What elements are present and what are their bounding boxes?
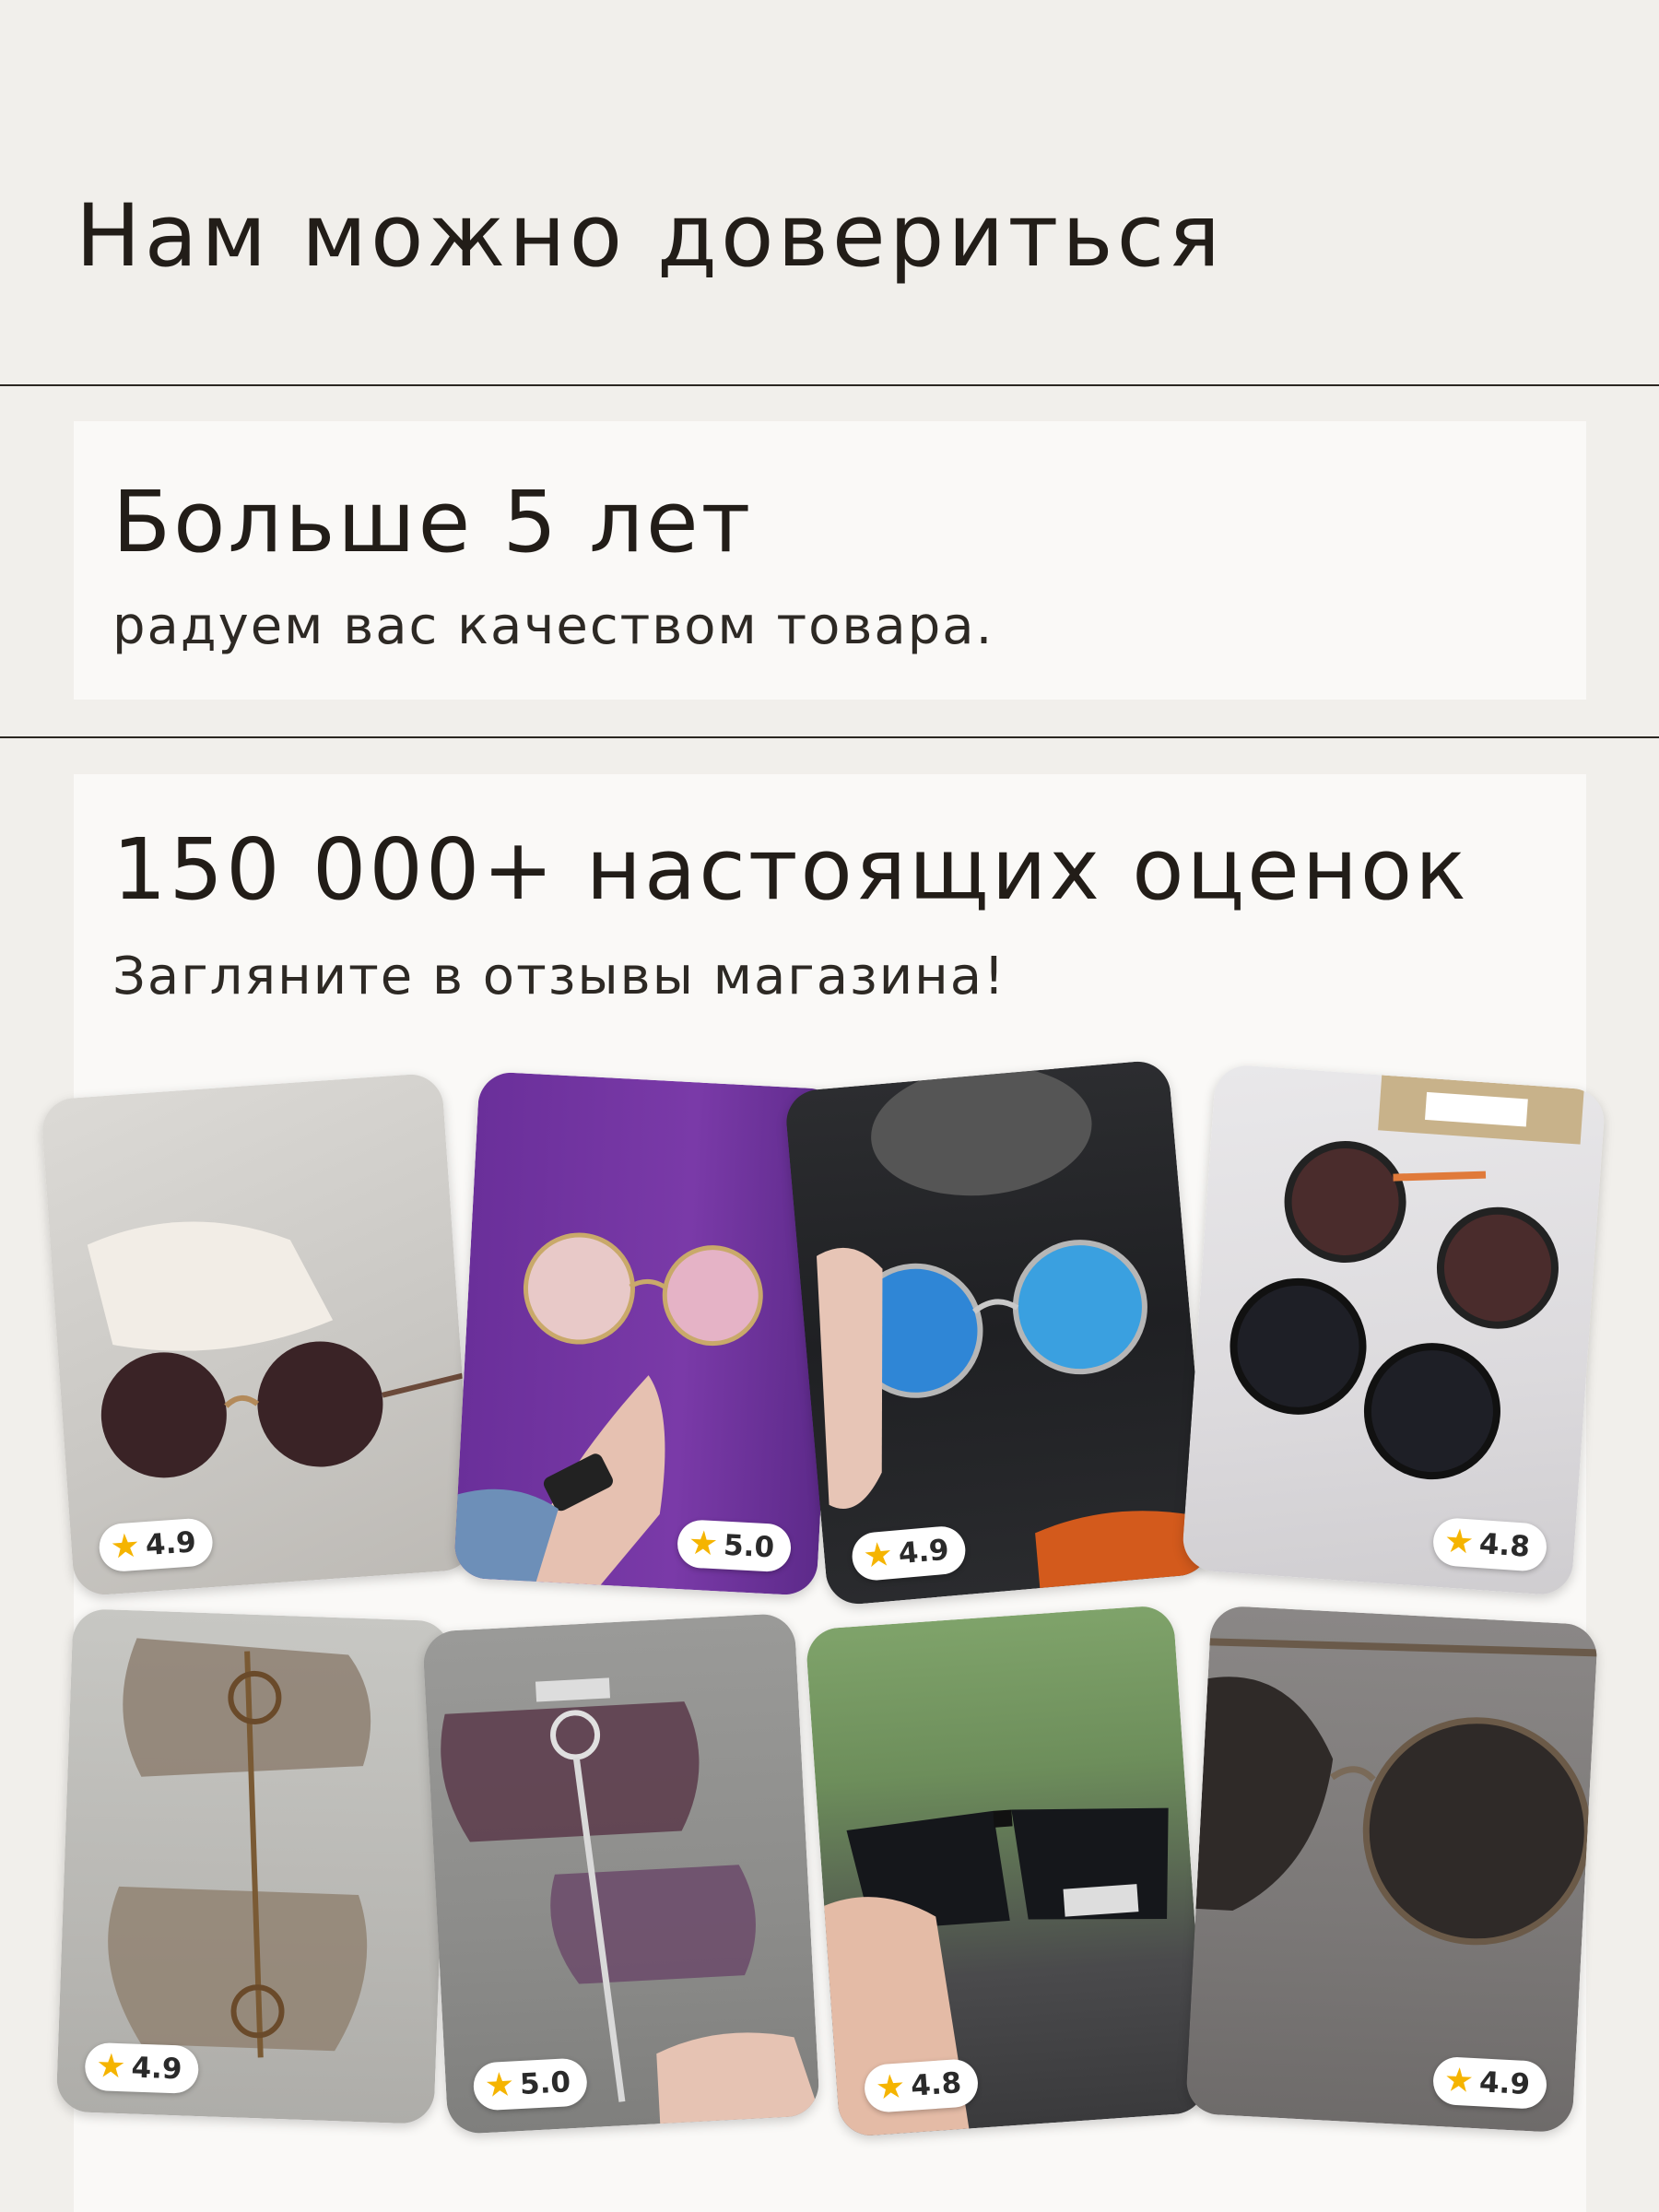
rating-badge: ★ 4.9 [84, 2041, 200, 2095]
rating-badge: ★ 5.0 [676, 1519, 793, 1573]
rating-value: 4.8 [910, 2066, 963, 2103]
sunglasses-image [453, 1232, 763, 1585]
review-photo-2[interactable]: ★ 5.0 [453, 1071, 843, 1596]
star-icon: ★ [1442, 1522, 1476, 1562]
star-icon: ★ [861, 1535, 895, 1576]
star-icon: ★ [687, 1524, 720, 1564]
rating-badge: ★ 4.9 [1431, 2055, 1548, 2111]
sunglasses-image [87, 1221, 464, 1478]
rating-badge: ★ 4.8 [863, 2057, 980, 2114]
rating-badge: ★ 4.9 [97, 1517, 215, 1573]
rating-value: 4.9 [130, 2051, 183, 2087]
review-photo-1[interactable]: ★ 4.9 [40, 1072, 477, 1597]
sunglasses-image [817, 1065, 1213, 1589]
rating-value: 4.9 [144, 1525, 198, 1563]
rating-value: 5.0 [723, 1528, 775, 1565]
star-icon: ★ [109, 1526, 142, 1567]
star-icon: ★ [95, 2047, 127, 2087]
star-icon: ★ [1442, 2061, 1476, 2100]
reviews-title: 150 000+ настоящих оценок [112, 820, 1469, 919]
star-icon: ★ [874, 2067, 907, 2108]
years-subtitle: радуем вас качеством товара. [112, 596, 994, 656]
star-icon: ★ [483, 2065, 516, 2106]
rating-value: 4.9 [1478, 2065, 1531, 2102]
review-photo-4[interactable]: ★ 4.8 [1181, 1063, 1606, 1597]
review-photo-8[interactable]: ★ 4.9 [1184, 1605, 1599, 2134]
review-photo-7[interactable]: ★ 4.8 [805, 1604, 1208, 2138]
review-photo-5[interactable]: ★ 4.9 [55, 1608, 452, 2124]
divider-top [0, 384, 1659, 386]
sunglasses-image [441, 1677, 821, 2124]
sunglasses-image [1230, 1075, 1584, 1480]
rating-value: 5.0 [519, 2065, 571, 2102]
sunglasses-image [824, 1807, 1169, 2138]
years-card: Больше 5 лет радуем вас качеством товара… [74, 421, 1586, 700]
years-title: Больше 5 лет [112, 473, 754, 571]
rating-value: 4.9 [897, 1533, 951, 1571]
divider-middle [0, 736, 1659, 738]
review-photo-6[interactable]: ★ 5.0 [421, 1612, 821, 2136]
page-title: Нам можно довериться [76, 186, 1224, 287]
rating-badge: ★ 5.0 [472, 2057, 589, 2112]
sunglasses-image [1195, 1638, 1597, 1946]
reviews-subtitle: Загляните в отзывы магазина! [112, 947, 1006, 1006]
rating-badge: ★ 4.8 [1431, 1516, 1548, 1573]
review-photo-3[interactable]: ★ 4.9 [783, 1058, 1213, 1607]
rating-value: 4.8 [1477, 1527, 1532, 1564]
